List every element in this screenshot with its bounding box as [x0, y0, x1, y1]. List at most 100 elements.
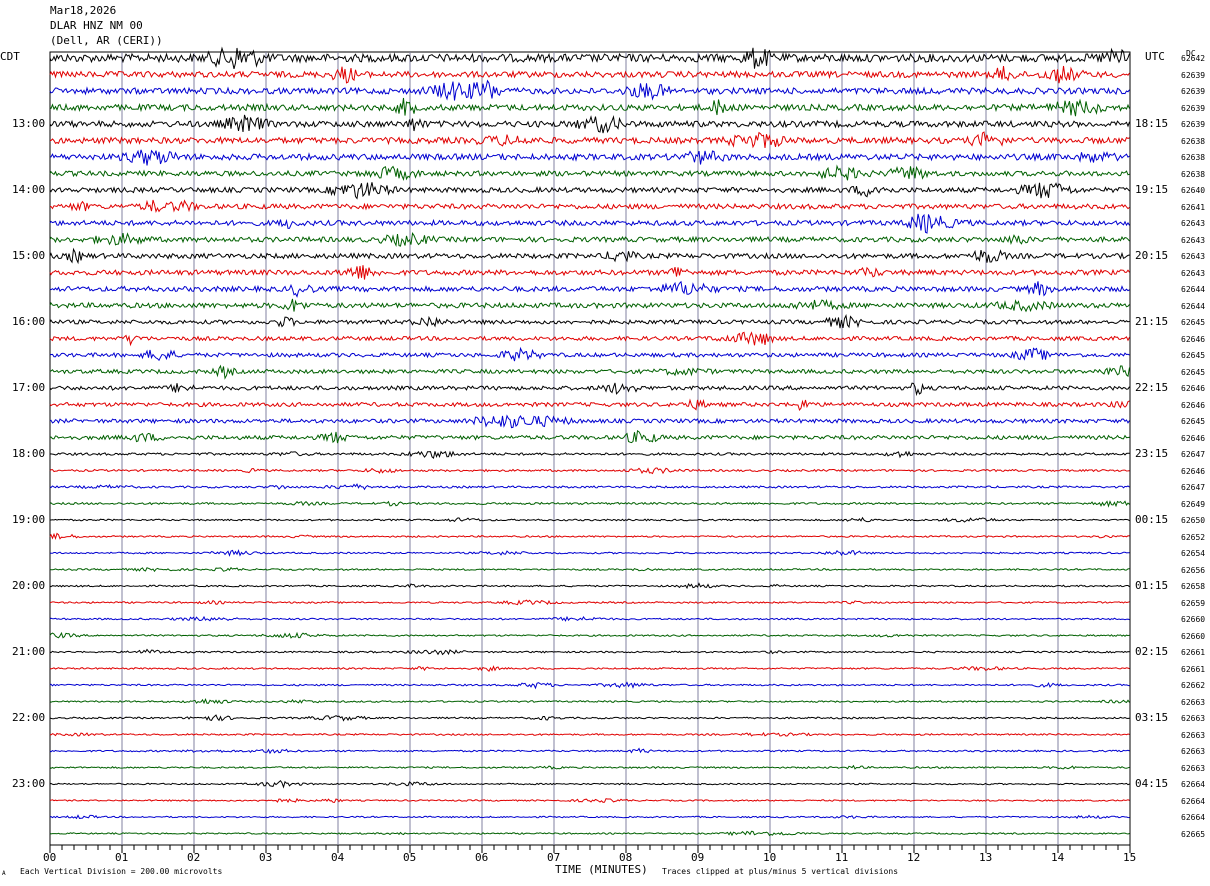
dc-offset-label: 62663 — [1181, 714, 1206, 723]
dc-offset-label: 62638 — [1181, 169, 1206, 179]
right-hour-label: 22:15 — [1135, 381, 1169, 394]
seismic-trace — [49, 182, 1130, 200]
dc-offset-label: 62650 — [1181, 516, 1206, 525]
dc-offset-label: 62647 — [1181, 483, 1206, 492]
helicorder-plot — [49, 46, 1131, 853]
dc-offset-label: 62664 — [1181, 813, 1206, 822]
dc-offset-label: 62661 — [1181, 648, 1206, 657]
dc-offset-label: 62639 — [1181, 87, 1206, 96]
x-tick-label: 12 — [907, 851, 921, 864]
seismic-trace — [49, 665, 1130, 673]
dc-offset-label: 62646 — [1181, 384, 1206, 393]
left-hour-label: 14:00 — [12, 183, 46, 196]
dc-offset-label: 62661 — [1181, 664, 1206, 674]
seismic-trace — [49, 500, 1130, 508]
dc-offset-label: 62638 — [1181, 136, 1206, 146]
dc-offset-label: 62663 — [1181, 697, 1206, 707]
dc-offset-label: 62643 — [1181, 235, 1206, 245]
seismic-trace — [49, 346, 1130, 362]
dc-offset-label: 62663 — [1181, 747, 1206, 756]
seismic-trace — [49, 549, 1130, 557]
x-tick-label: 04 — [331, 851, 345, 864]
seismic-trace — [49, 382, 1130, 397]
seismic-trace — [49, 599, 1130, 606]
x-tick-label: 05 — [403, 851, 417, 864]
x-tick-label: 01 — [115, 851, 129, 864]
dc-offset-label: 62656 — [1181, 565, 1206, 575]
dc-offset-label: 62643 — [1181, 252, 1206, 261]
dc-offset-label: 62663 — [1181, 763, 1206, 773]
left-hour-label: 23:00 — [12, 777, 46, 790]
seismic-trace — [49, 313, 1130, 329]
dc-offset-label: 62658 — [1181, 582, 1206, 591]
dc-offset-label: 62660 — [1181, 615, 1206, 624]
dc-offset-label: 62645 — [1181, 417, 1206, 426]
seismic-trace — [49, 247, 1130, 265]
left-hour-label: 17:00 — [12, 381, 46, 394]
dc-offset-label: 62639 — [1181, 70, 1206, 80]
seismic-trace — [49, 414, 1130, 429]
dc-offset-label: 62660 — [1181, 631, 1206, 641]
dc-offset-label: 62665 — [1181, 829, 1206, 839]
seismogram-page: Mar18,2026 DLAR HNZ NM 00 (Dell, AR (CER… — [0, 0, 1210, 886]
seismic-trace — [49, 65, 1130, 84]
seismic-trace — [49, 681, 1130, 690]
seismic-trace — [49, 483, 1130, 491]
dc-offset-label: 62654 — [1181, 549, 1206, 558]
dc-offset-label: 62646 — [1181, 466, 1206, 476]
seismic-trace — [49, 46, 1130, 70]
seismic-trace — [49, 280, 1130, 298]
right-hour-label: 00:15 — [1135, 513, 1169, 526]
dc-offset-label: 62646 — [1181, 433, 1206, 443]
seismic-trace — [49, 830, 1130, 837]
seismic-trace — [49, 114, 1130, 134]
scale-note: Each Vertical Division = 200.00 microvol… — [20, 867, 223, 876]
left-hour-label: 19:00 — [12, 513, 46, 526]
dc-offset-label: 62644 — [1181, 285, 1206, 294]
seismic-trace — [49, 97, 1130, 117]
seismic-trace — [50, 199, 1130, 213]
x-tick-label: 11 — [835, 851, 849, 864]
right-hour-label: 19:15 — [1135, 183, 1169, 196]
dc-offset-label: 62644 — [1181, 301, 1206, 311]
seismic-trace — [49, 731, 1130, 737]
seismic-trace — [49, 697, 1130, 705]
left-hour-label: 15:00 — [12, 249, 46, 262]
seismic-trace — [49, 298, 1130, 313]
dc-offset-label: 62643 — [1181, 219, 1206, 228]
x-tick-label: 14 — [1051, 851, 1065, 864]
right-hour-label: 03:15 — [1135, 711, 1169, 724]
x-tick-label: 13 — [979, 851, 993, 864]
right-hour-label: 20:15 — [1135, 249, 1169, 262]
x-axis-title: TIME (MINUTES) — [555, 863, 648, 876]
seismic-trace — [49, 429, 1130, 444]
dc-offset-label: 62642 — [1181, 54, 1206, 63]
corner-mark: A — [2, 870, 6, 877]
plot-frame — [49, 51, 1131, 846]
seismic-trace — [50, 516, 1130, 523]
seismic-trace — [49, 364, 1130, 380]
left-hour-label: 21:00 — [12, 645, 46, 658]
x-tick-label: 06 — [475, 851, 489, 864]
seismic-trace — [49, 398, 1130, 412]
dc-offset-label: 62663 — [1181, 730, 1206, 740]
dc-offset-label: 62664 — [1181, 796, 1206, 806]
seismic-trace — [50, 131, 1130, 149]
clip-note: Traces clipped at plus/minus 5 vertical … — [662, 867, 899, 876]
dc-offset-label: 62638 — [1181, 153, 1206, 162]
seismic-trace — [49, 164, 1130, 181]
dc-offset-label: 62641 — [1181, 202, 1206, 212]
dc-offset-label: 62659 — [1181, 598, 1206, 608]
x-tick-label: 02 — [187, 851, 201, 864]
seismic-trace — [49, 149, 1130, 166]
seismic-trace — [49, 615, 1130, 622]
dc-offset-label: 62640 — [1181, 186, 1206, 195]
left-hour-label: 20:00 — [12, 579, 46, 592]
right-hour-label: 21:15 — [1135, 315, 1169, 328]
x-tick-label: 09 — [691, 851, 705, 864]
seismic-trace — [49, 467, 1130, 475]
seismic-trace — [49, 797, 1130, 803]
right-hour-label: 18:15 — [1135, 117, 1169, 130]
dc-offset-label: 62645 — [1181, 367, 1206, 377]
dc-offset-label: 62646 — [1181, 334, 1206, 344]
